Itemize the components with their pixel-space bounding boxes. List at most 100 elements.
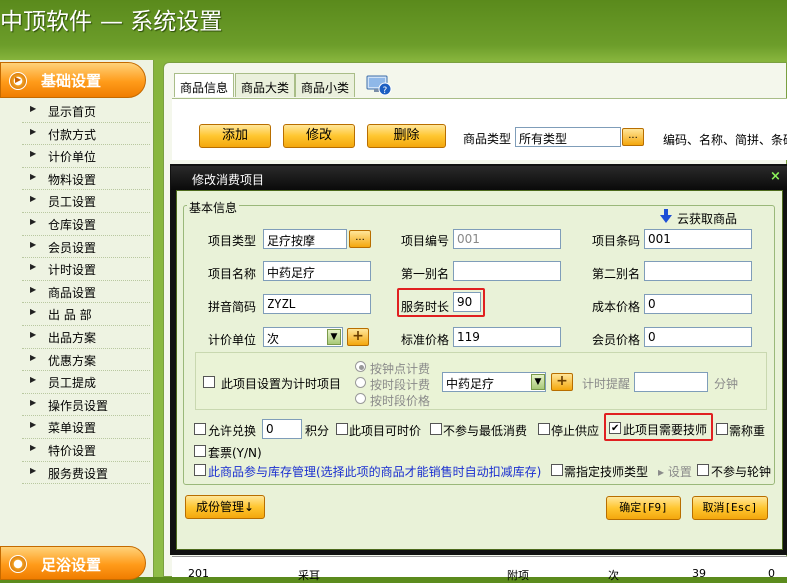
sidebar-item[interactable]: ▶ 计价单位 (22, 145, 150, 168)
barcode-field[interactable]: 001 (644, 229, 752, 249)
arrow-right-icon: ▶ (30, 307, 37, 317)
exchange-points-field[interactable]: 0 (262, 419, 302, 439)
need-weigh-checkbox[interactable] (716, 423, 728, 435)
allow-exchange-checkbox[interactable] (194, 423, 206, 435)
stop-supply-checkbox[interactable] (538, 423, 550, 435)
need-technician-checkbox[interactable] (609, 422, 621, 434)
sidebar-item-label: 操作员设置 (48, 398, 109, 413)
dialog-titlebar[interactable]: 修改消费项目 (171, 166, 787, 190)
pinyin-field[interactable]: ZYZL (263, 294, 371, 314)
inventory-checkbox[interactable] (194, 464, 206, 476)
add-timer-item-button[interactable]: + (551, 373, 573, 391)
add-unit-button[interactable]: + (347, 328, 369, 346)
alias2-label: 第二别名 (592, 267, 641, 281)
grid-cell-category: 附项 (507, 569, 529, 582)
product-grid: 201 采耳 附项 次 39 0 (172, 556, 787, 582)
set-meal-checkbox[interactable] (194, 445, 206, 457)
alias2-field[interactable] (644, 261, 752, 281)
no-min-consumption-label: 不参与最低消费 (443, 424, 528, 438)
sidebar-footer-label: 足浴设置 (41, 556, 102, 574)
chevron-down-icon[interactable]: ▼ (327, 329, 341, 345)
sidebar-item[interactable]: ▶ 仓库设置 (22, 213, 150, 236)
sidebar-item-label: 仓库设置 (48, 217, 97, 232)
remind-field[interactable] (634, 372, 708, 392)
sidebar-item[interactable]: ▶ 显示首页 (22, 100, 150, 123)
item-name-field[interactable]: 中药足疗 (263, 261, 371, 281)
sidebar-item[interactable]: ▶ 商品设置 (22, 281, 150, 304)
ok-button[interactable]: 确定[F9] (606, 496, 681, 520)
arrow-right-icon: ▶ (30, 104, 37, 113)
alias1-label: 第一别名 (401, 267, 450, 281)
sidebar-header-basic-settings[interactable]: 基础设置 (0, 62, 146, 98)
components-button[interactable]: 成份管理↓ (185, 495, 265, 519)
arrow-right-icon: ▶ (30, 442, 37, 452)
cost-label: 成本价格 (592, 300, 641, 314)
timed-price-checkbox[interactable] (336, 423, 348, 435)
arrow-right-icon: ▶ (30, 216, 37, 226)
item-type-picker-button[interactable]: ... (349, 230, 371, 248)
item-type-field[interactable]: 足疗按摩 (263, 229, 347, 249)
alias1-field[interactable] (453, 261, 561, 281)
std-price-field[interactable]: 119 (453, 327, 561, 347)
sidebar-item[interactable]: ▶ 会员设置 (22, 236, 150, 259)
sidebar-item[interactable]: ▶ 出 品 部 (22, 303, 150, 326)
sidebar-footer-foot-bath[interactable]: 足浴设置 (0, 546, 146, 580)
sidebar-item[interactable]: ▶ 优惠方案 (22, 349, 150, 372)
help-icon[interactable]: ? (366, 74, 392, 96)
sidebar-item[interactable]: ▶ 特价设置 (22, 439, 150, 462)
tab-product-category[interactable]: 商品大类 (235, 73, 296, 97)
member-price-field[interactable]: 0 (644, 327, 752, 347)
cost-field[interactable]: 0 (644, 294, 752, 314)
expand-arrow-icon (9, 555, 27, 573)
product-type-picker-button[interactable]: ... (622, 128, 644, 146)
app-title: 中顶软件 — 系统设置 (0, 2, 222, 36)
item-no-field[interactable]: 001 (453, 229, 561, 249)
sidebar-item[interactable]: ▶ 出品方案 (22, 326, 150, 349)
sidebar-item-label: 计时设置 (48, 263, 97, 278)
tab-product-info[interactable]: 商品信息 (174, 73, 235, 97)
sidebar-item[interactable]: ▶ 操作员设置 (22, 394, 150, 417)
sidebar-item-label: 优惠方案 (48, 353, 97, 368)
duration-field[interactable]: 90 (453, 292, 481, 312)
sidebar-item-label: 菜单设置 (48, 421, 97, 436)
cancel-button[interactable]: 取消[Esc] (692, 496, 768, 520)
sidebar-item[interactable]: ▶ 员工提成 (22, 371, 150, 394)
arrow-right-icon: ▶ (30, 239, 37, 249)
add-button[interactable]: 添加 (199, 124, 271, 148)
tab-product-subcategory[interactable]: 商品小类 (295, 73, 356, 97)
sidebar-item-label: 会员设置 (48, 240, 97, 255)
timer-checkbox[interactable] (203, 376, 215, 388)
sidebar-item[interactable]: ▶ 付款方式 (22, 123, 150, 146)
sidebar-item[interactable]: ▶ 计时设置 (22, 258, 150, 281)
item-name-label: 项目名称 (208, 267, 257, 281)
item-no-label: 项目编号 (401, 234, 450, 248)
tech-type-setting-link[interactable]: ▸ 设置 (658, 463, 692, 480)
grid-cell-unit: 次 (608, 569, 619, 582)
cloud-fetch-button[interactable]: 云获取商品 (677, 210, 737, 227)
sidebar-item-label: 计价单位 (48, 150, 97, 165)
radio-period-price[interactable] (355, 393, 366, 404)
unit-label: 计价单位 (208, 333, 257, 347)
edit-button[interactable]: 修改 (283, 124, 355, 148)
radio-period[interactable] (355, 377, 366, 388)
chevron-down-icon[interactable]: ▼ (531, 374, 545, 390)
sidebar-item-label: 付款方式 (48, 127, 97, 142)
no-rotation-checkbox[interactable] (697, 464, 709, 476)
arrow-right-icon: ▶ (30, 262, 37, 272)
sidebar-item-label: 员工提成 (48, 376, 97, 391)
sidebar-item[interactable]: ▶ 物料设置 (22, 168, 150, 191)
grid-cell-code: 201 (188, 567, 209, 580)
sidebar-item[interactable]: ▶ 员工设置 (22, 190, 150, 213)
sidebar-item[interactable]: ▶ 菜单设置 (22, 416, 150, 439)
group-title: 基本信息 (187, 199, 240, 216)
radio-hourly[interactable] (355, 361, 366, 372)
product-type-select[interactable]: 所有类型 (515, 127, 621, 147)
stop-supply-label: 停止供应 (551, 424, 600, 438)
download-arrow-icon (660, 209, 672, 223)
close-icon[interactable]: × (770, 169, 781, 184)
sidebar-item[interactable]: ▶ 服务费设置 (22, 462, 150, 485)
no-min-consumption-checkbox[interactable] (430, 423, 442, 435)
delete-button[interactable]: 删除 (367, 124, 446, 148)
need-technician-label: 此项目需要技师 (623, 423, 708, 437)
tech-type-checkbox[interactable] (551, 464, 563, 476)
